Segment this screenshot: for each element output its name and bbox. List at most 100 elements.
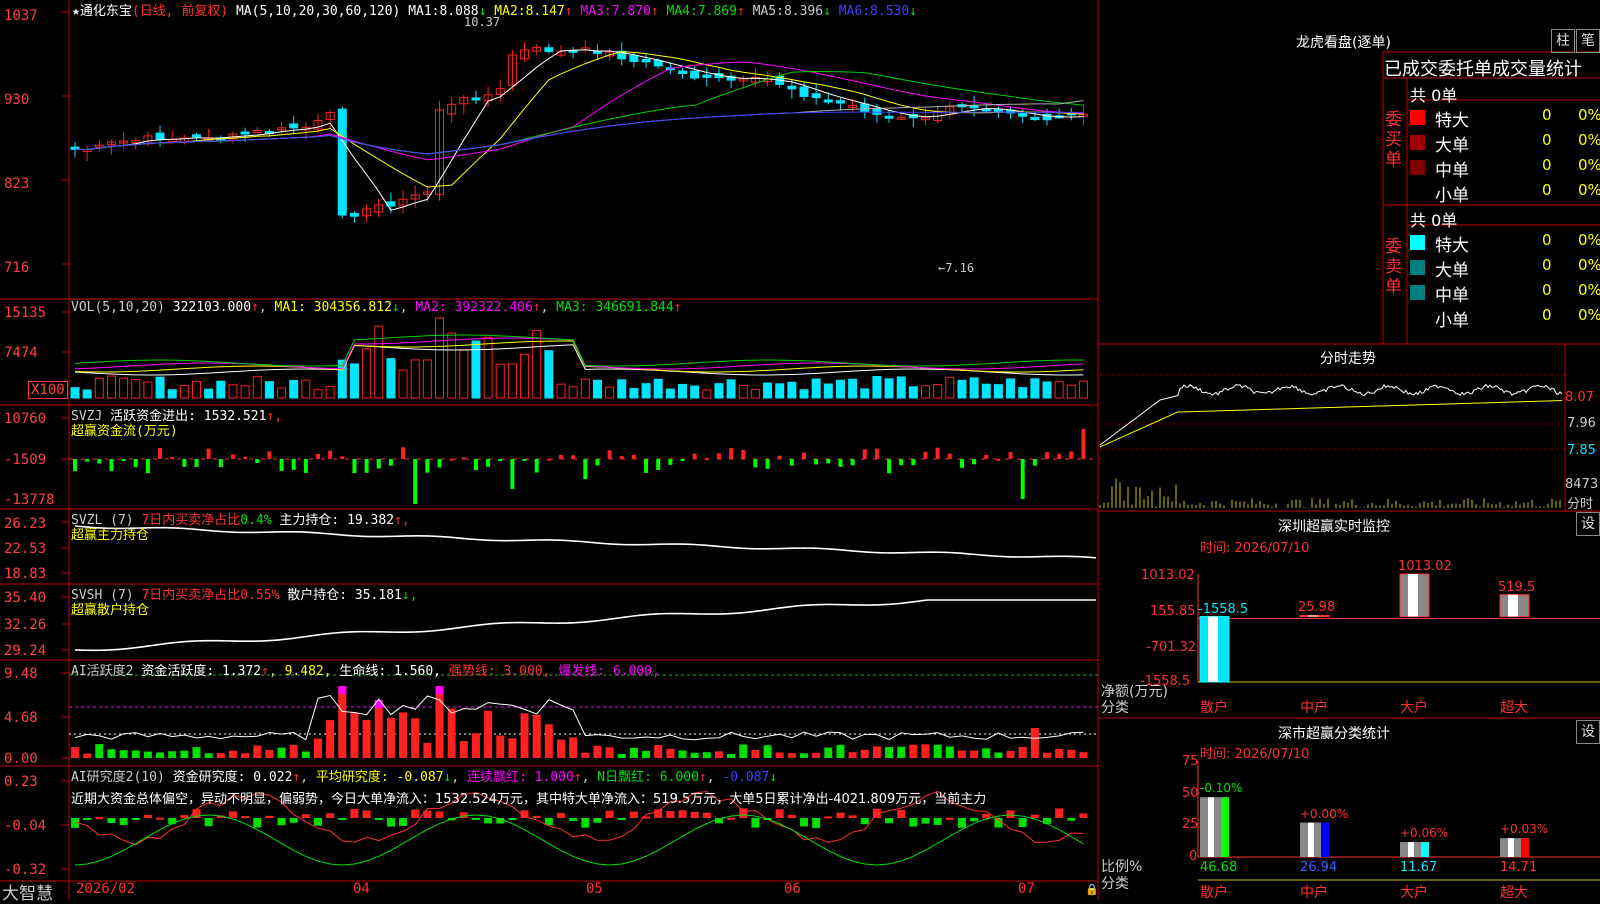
ai2-y-label-1: 0.23: [4, 774, 38, 790]
sz-class-title: 深市超赢分类统计: [1278, 726, 1390, 742]
volume-bar: [641, 383, 651, 399]
ai1-bar: [909, 744, 918, 758]
ai2-bar: [739, 808, 748, 818]
ai2-bar: [471, 818, 480, 820]
ai1-title: AI活跃度2 资金活跃度: 1.372↑, 9.482, 生命线: 1.560,…: [71, 664, 660, 679]
svzj-bar: [291, 459, 296, 470]
volume-bar: [289, 379, 299, 399]
ai1-bar: [180, 750, 189, 758]
ai1-bar: [119, 750, 128, 758]
ai2-bar: [253, 818, 262, 828]
sz-class-y-label-1: 75: [1182, 754, 1199, 769]
ai2-bar: [617, 818, 626, 820]
ai2-bar: [350, 808, 359, 818]
main-y-label-1: 1037: [4, 8, 38, 24]
volume-bar: [556, 383, 566, 399]
ai2-bar: [581, 818, 590, 828]
volume-bar: [447, 332, 457, 399]
volume-bar: [981, 383, 991, 399]
sell-row-label: 特大: [1435, 236, 1469, 256]
volume-bar: [605, 386, 615, 399]
svzj-bar: [777, 455, 782, 459]
svsh-arrow: ↓,: [401, 588, 418, 603]
buy-row-count: 0: [1542, 131, 1552, 149]
svzj-bar: [1020, 459, 1025, 499]
sell-row-count: 0: [1542, 281, 1552, 299]
ai1-bar: [435, 686, 444, 758]
x-axis-label-4: 06: [784, 881, 801, 897]
svzj-bar: [328, 450, 333, 459]
sz-monitor-bar-highlight: [1508, 594, 1518, 617]
svzj-bar: [1045, 452, 1049, 459]
sz-class-settings-button[interactable]: 设: [1576, 720, 1600, 744]
sell-row-label: 中单: [1435, 286, 1469, 306]
fenshi-title: 分时走势: [1320, 351, 1376, 367]
sz-class-bar-highlight: [1308, 822, 1314, 857]
svzj-y-label-2: -1509: [4, 452, 47, 468]
ai2-bar: [800, 818, 808, 827]
ai2-bar: [228, 811, 237, 818]
ai1-value: 1.372: [221, 664, 262, 679]
lhb-title: 龙虎看盘(逐单): [1296, 35, 1391, 51]
ai1-bar: [459, 740, 468, 758]
chart-mode: (日线, 前复权): [131, 4, 229, 19]
volume-bar: [216, 380, 226, 399]
svzj-bar: [243, 456, 248, 459]
volume-bar: [945, 376, 955, 399]
sz-monitor-settings-button[interactable]: 设: [1576, 512, 1600, 536]
ai1-bar: [617, 753, 626, 758]
bar-mode-button[interactable]: 柱: [1551, 29, 1575, 53]
buy-row-label: 小单: [1435, 186, 1469, 206]
ai1-bar: [581, 752, 590, 758]
lock-icon[interactable]: 🔒: [1085, 883, 1099, 896]
buy-row-pct: 0%: [1578, 156, 1600, 174]
volume-bar: [1030, 378, 1040, 399]
svzj-bar: [984, 455, 989, 459]
ai1-bar-top: [374, 700, 383, 708]
svzj-bar: [959, 459, 964, 468]
ai2-bar: [95, 817, 104, 820]
volume-ma-line: [74, 334, 1084, 367]
svzj-bar: [1081, 429, 1086, 459]
svzj-bar: [498, 459, 503, 461]
volume-bar: [264, 381, 274, 399]
sz-monitor-bar-label: 1013.02: [1398, 559, 1452, 574]
ai2-bar: [933, 818, 942, 825]
volume-bar: [921, 385, 930, 399]
svzl-ratio-label: 7日内买卖净占比: [141, 513, 241, 528]
svzl-arrow: ↑,: [394, 513, 410, 528]
ai2-bar: [532, 815, 541, 818]
volume-ma-line: [74, 344, 1084, 376]
fenshi-bottom-label: 分时: [1567, 497, 1594, 512]
chart-canvas[interactable]: [0, 0, 1600, 900]
candle-body: [155, 132, 165, 140]
ai1-bar: [253, 745, 262, 758]
volume-bar: [82, 389, 92, 399]
tick-mode-button[interactable]: 笔: [1576, 29, 1600, 53]
ai1-y-label-1: 9.48: [4, 666, 38, 682]
ai2-bar: [1030, 814, 1039, 818]
ma3-arrow: ↑: [650, 4, 659, 19]
star-icon[interactable]: ★: [72, 4, 80, 19]
sz-class-bar-accent: [1521, 838, 1529, 857]
volume-bar: [179, 385, 189, 399]
svzj-bar: [935, 447, 940, 459]
volume-bar: [374, 325, 384, 399]
ai1-bar: [228, 750, 237, 758]
buy-color-swatch: [1410, 185, 1425, 200]
ma2-value: 8.147: [525, 4, 565, 19]
ai2-bar: [605, 810, 614, 818]
svzj-bar: [376, 459, 381, 469]
ai2-bar: [241, 815, 250, 818]
ai1-bar: [544, 724, 553, 758]
ai1-bar: [1055, 748, 1064, 758]
ai1-y-label-3: 0.00: [4, 751, 38, 767]
ai1-bar: [447, 708, 456, 758]
ai1-bar: [751, 749, 760, 758]
sell-color-swatch: [1410, 285, 1425, 300]
ai1-bar: [1079, 752, 1088, 758]
ai2-bar: [702, 812, 711, 818]
ai1-bar: [836, 744, 845, 758]
svzj-bar: [619, 455, 624, 459]
candle-body: [799, 86, 809, 97]
